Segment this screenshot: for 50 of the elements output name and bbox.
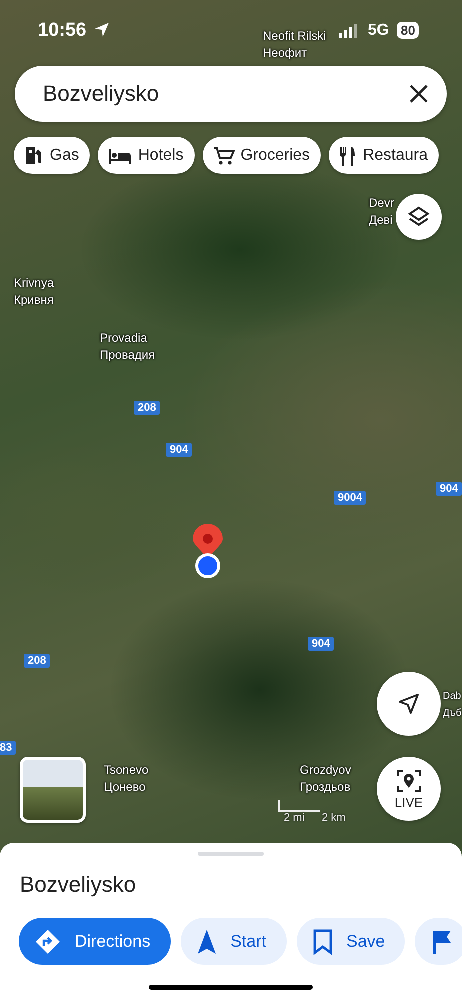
action-button[interactable]: Save	[296, 918, 406, 965]
road-shield: 208	[24, 654, 50, 668]
battery-level: 80	[397, 22, 420, 39]
location-arrow-icon	[94, 22, 110, 38]
navigation-arrow-icon	[398, 693, 420, 715]
bookmark-icon	[312, 928, 332, 954]
close-icon[interactable]	[409, 84, 429, 104]
place-label: Devr Деві	[369, 195, 394, 229]
status-time: 10:56	[38, 20, 87, 42]
action-button[interactable]: Directions	[19, 918, 171, 965]
category-chip[interactable]: Gas	[14, 137, 90, 174]
street-view-thumbnail[interactable]	[20, 757, 86, 823]
search-field[interactable]: Bozveliysko	[15, 66, 447, 122]
category-chip[interactable]: Groceries	[202, 137, 322, 174]
directions-icon	[35, 928, 61, 954]
scale-label: 2 km	[322, 812, 346, 824]
category-chip[interactable]: Restaura	[329, 137, 439, 174]
network-label: 5G	[368, 22, 390, 40]
location-dot-icon	[195, 553, 221, 579]
road-shield: 904	[308, 637, 334, 651]
navigation-button[interactable]	[377, 672, 441, 736]
place-label: Tsonevo Цонево	[104, 762, 149, 796]
bed-icon	[108, 146, 132, 164]
layers-icon	[408, 206, 430, 228]
place-label: Krivnya Кривня	[14, 275, 54, 309]
signal-icon	[339, 24, 359, 38]
gas-pump-icon	[24, 146, 44, 166]
cart-icon	[212, 146, 235, 166]
drag-handle[interactable]	[198, 852, 264, 856]
navigation-arrow-icon	[196, 928, 217, 954]
fork-knife-icon	[339, 146, 358, 166]
live-view-button[interactable]: LIVE	[377, 757, 441, 821]
place-label: Dab Дъб	[443, 690, 462, 721]
live-view-icon	[396, 768, 422, 792]
flag-button[interactable]	[415, 918, 462, 965]
category-chip[interactable]: Hotels	[98, 137, 195, 174]
action-button[interactable]: Start	[180, 918, 286, 965]
flag-icon	[431, 928, 454, 954]
road-shield: 83	[0, 741, 16, 755]
road-shield: 9004	[334, 491, 366, 505]
scale-bar	[278, 800, 320, 812]
place-label: Neofit Rilski Неофит	[263, 28, 326, 62]
place-title: Bozveliysko	[20, 872, 138, 898]
road-shield: 208	[134, 401, 160, 415]
place-label: Provadia Провадия	[100, 330, 156, 364]
layers-button[interactable]	[396, 194, 442, 240]
scale-label: 2 mi	[284, 812, 305, 824]
road-shield: 904	[166, 443, 192, 457]
place-label: Grozdyov Гроздьов	[300, 762, 352, 796]
road-shield: 904	[436, 482, 462, 496]
